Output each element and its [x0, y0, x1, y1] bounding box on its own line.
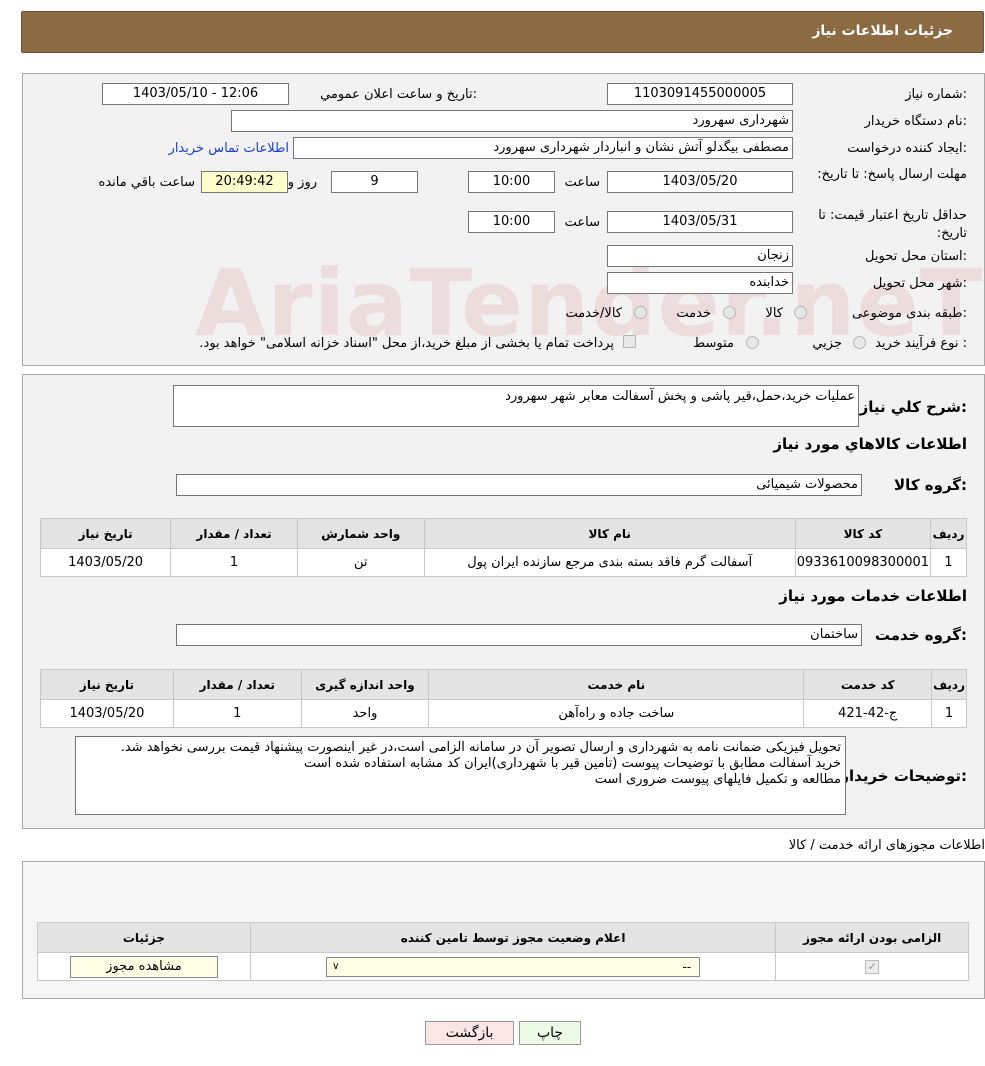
col-unit: واحد شمارش — [296, 518, 425, 549]
chevron-down-icon: ∨ — [332, 960, 340, 972]
days-label: روز و — [287, 175, 317, 190]
cell-date: 1403/05/20 — [39, 548, 172, 577]
col-details: جزئيات — [37, 922, 251, 953]
page-title: جزئيات اطلاعات نياز — [812, 23, 953, 39]
process-option-medium: متوسط — [693, 336, 734, 351]
permits-title: اطلاعات مجوزهای ارائه خدمت / کالا — [788, 838, 985, 853]
description-label: شرح کلي نياز: — [859, 398, 967, 416]
validity-time-label: ساعت — [564, 215, 600, 230]
col-code: کد خدمت — [803, 669, 933, 700]
cell-date: 1403/05/20 — [40, 699, 174, 728]
goods-section-title: اطلاعات کالاهاي مورد نياز — [773, 435, 967, 453]
city-label: شهر محل تحويل: — [872, 276, 967, 291]
process-label: نوع فرآيند خريد : — [875, 336, 967, 351]
buyer-org-field: شهرداری سهرورد — [231, 110, 793, 132]
back-button[interactable]: بازگشت — [425, 1021, 514, 1045]
announce-label: تاريخ و ساعت اعلان عمومي: — [320, 87, 477, 102]
category-label: طبقه بندی موضوعی: — [851, 306, 967, 321]
col-qty: تعداد / مقدار — [172, 669, 302, 700]
goods-group-field: محصولات شیمیائی — [176, 474, 862, 496]
table-row: ✓ -- ∨ مشاهده مجوز — [37, 952, 969, 981]
process-note: پرداخت تمام يا بخشی از مبلغ خريد،از محل … — [199, 336, 614, 351]
view-permit-button[interactable]: مشاهده مجوز — [69, 955, 218, 978]
buyer-notes-label: توضيحات خريدار: — [840, 767, 967, 785]
goods-table: رديف کد کالا نام کالا واحد شمارش تعداد /… — [39, 518, 967, 577]
deadline-date-field: 1403/05/20 — [607, 171, 793, 193]
goods-group-label: گروه کالا: — [894, 476, 967, 494]
col-unit: واحد اندازه گيری — [300, 669, 430, 700]
requester-field: مصطفی بیگدلو آتش نشان و انباردار شهرداری… — [293, 137, 793, 159]
col-row: رديف — [930, 518, 967, 549]
col-code: کد کالا — [794, 518, 932, 549]
category-radio-goods[interactable] — [794, 306, 807, 319]
col-status: اعلام وضعيت مجوز توسط تامين کننده — [249, 922, 777, 953]
services-table: رديف کد خدمت نام خدمت واحد اندازه گيری ت… — [40, 669, 967, 728]
category-option-goods: کالا — [765, 306, 783, 321]
table-row: 1 0933610098300001 آسفالت گرم فاقد بسته … — [39, 548, 967, 577]
announce-field: 1403/05/10 - 12:06 — [102, 83, 289, 105]
process-radio-medium[interactable] — [746, 336, 759, 349]
category-option-service: خدمت — [676, 306, 711, 321]
deadline-time-label: ساعت — [564, 175, 600, 190]
col-name: نام کالا — [423, 518, 796, 549]
services-group-field: ساختمان — [176, 624, 862, 646]
days-field: 9 — [331, 171, 418, 193]
province-field: زنجان — [607, 245, 793, 267]
remaining-label: ساعت باقي مانده — [98, 175, 195, 190]
deadline-label: مهلت ارسال پاسخ: تا تاريخ: — [817, 167, 967, 182]
cell-unit: واحد — [300, 699, 430, 728]
remaining-time-field: 20:49:42 — [201, 171, 288, 193]
services-group-label: گروه خدمت: — [874, 626, 967, 644]
table-row: 1 ج-42-421 ساخت جاده و راه‌آهن واحد 1 14… — [40, 699, 967, 728]
cell-qty: 1 — [172, 699, 302, 728]
category-radio-both[interactable] — [634, 306, 647, 319]
col-name: نام خدمت — [428, 669, 805, 700]
process-radio-minor[interactable] — [853, 336, 866, 349]
cell-row: 1 — [931, 699, 967, 728]
permit-status-value: -- — [682, 959, 692, 974]
services-section-title: اطلاعات خدمات مورد نياز — [779, 587, 967, 605]
city-field: خدابنده — [607, 272, 793, 294]
col-date: تاريخ نياز — [39, 518, 172, 549]
cell-row: 1 — [930, 548, 967, 577]
contact-buyer-link[interactable]: اطلاعات تماس خريدار — [169, 141, 289, 156]
category-radio-service[interactable] — [723, 306, 736, 319]
col-required: الزامی بودن ارائه مجوز — [775, 922, 969, 953]
print-button[interactable]: چاپ — [519, 1021, 581, 1045]
buyer-notes-line: تحویل فیزیکی ضمانت نامه به شهرداری و ارس… — [120, 740, 841, 755]
col-date: تاريخ نياز — [40, 669, 174, 700]
cell-unit: تن — [296, 548, 425, 577]
buyer-notes-line: خرید آسفالت مطابق با توضیحات پیوست (تامی… — [303, 756, 841, 771]
description-field: عملیات خرید،حمل،قیر پاشی و پخش آسفالت مع… — [173, 385, 859, 427]
permits-table: الزامی بودن ارائه مجوز اعلام وضعيت مجوز … — [37, 922, 969, 981]
treasury-checkbox[interactable] — [623, 335, 636, 348]
cell-qty: 1 — [170, 548, 298, 577]
buyer-org-label: نام دستگاه خريدار: — [864, 114, 967, 129]
buyer-notes-field: تحویل فیزیکی ضمانت نامه به شهرداری و ارس… — [75, 736, 846, 815]
need-number-label: شماره نياز: — [905, 87, 967, 102]
validity-date-field: 1403/05/31 — [607, 211, 793, 233]
process-option-minor: جزيي — [812, 336, 842, 351]
requester-label: ايجاد کننده درخواست: — [847, 141, 967, 156]
page-header: جزئيات اطلاعات نياز — [21, 11, 984, 53]
cell-name: ساخت جاده و راه‌آهن — [428, 699, 805, 728]
col-qty: تعداد / مقدار — [170, 518, 298, 549]
required-checkbox: ✓ — [865, 959, 880, 974]
permit-status-select[interactable]: -- ∨ — [326, 956, 701, 977]
col-row: رديف — [931, 669, 967, 700]
validity-label: حداقل تاريخ اعتبار قيمت: تا تاريخ: — [818, 208, 967, 241]
cell-code: ج-42-421 — [803, 699, 933, 728]
cell-code: 0933610098300001 — [794, 548, 932, 577]
buyer-notes-line: مطالعه و تکمیل فایلهای پیوست ضروری است — [594, 772, 841, 787]
category-option-both: کالا/خدمت — [565, 306, 622, 321]
province-label: استان محل تحويل: — [865, 249, 967, 264]
validity-time-field: 10:00 — [468, 211, 555, 233]
cell-name: آسفالت گرم فاقد بسته بندی مرجع سازنده ای… — [423, 548, 796, 577]
need-number-field: 1103091455000005 — [607, 83, 793, 105]
deadline-time-field: 10:00 — [468, 171, 555, 193]
